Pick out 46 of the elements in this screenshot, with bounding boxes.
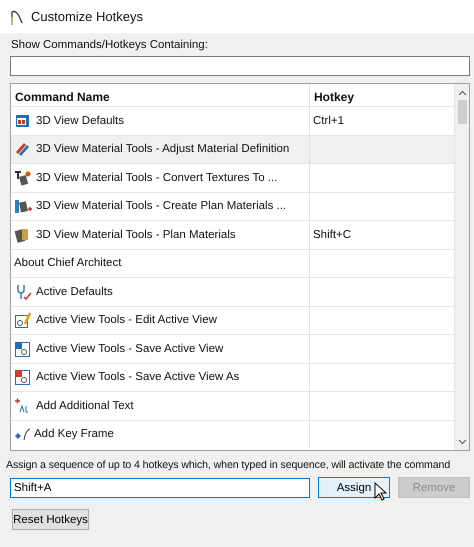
scroll-up-icon[interactable] (458, 90, 466, 96)
command-row[interactable]: Active View Tools - Save Active View As (11, 362, 454, 391)
assign-hint: Assign a sequence of up to 4 hotkeys which, when typed in sequence, will activate the command (6, 459, 450, 471)
filter-field[interactable] (10, 56, 470, 76)
command-name: Active View Tools - Edit Active View (36, 314, 217, 326)
filter-label: Show Commands/Hotkeys Containing: (11, 39, 209, 51)
save-view-icon (14, 340, 32, 358)
command-row[interactable]: 3D View Material Tools - Plan Materials Shift+C (11, 220, 454, 248)
command-name: About Chief Architect (14, 257, 122, 270)
command-row[interactable]: 3D View Defaults Ctrl+1 (11, 106, 454, 134)
texture-icon (14, 168, 32, 187)
command-name: Add Key Frame (34, 428, 114, 440)
command-name: 3D View Material Tools - Convert Textures To ... (36, 172, 278, 184)
command-name: 3D View Material Tools - Adjust Material Definition (36, 143, 290, 156)
save-view-icon (14, 368, 32, 386)
swatch-icon (14, 197, 32, 216)
command-row[interactable]: 3D View Material Tools - Convert Textures To ... (11, 163, 454, 192)
command-name: Active View Tools - Save Active View (36, 342, 224, 355)
window-title: Customize Hotkeys (31, 9, 143, 24)
reset-hotkeys-button[interactable]: Reset Hotkeys (12, 509, 89, 530)
command-row[interactable]: Add Key Frame (11, 420, 454, 448)
scroll-thumb[interactable] (458, 100, 466, 124)
command-name: Add Additional Text (36, 400, 134, 412)
command-row[interactable]: Active Defaults (11, 277, 454, 306)
edit-view-icon (14, 311, 32, 330)
app-logo-icon (11, 8, 23, 24)
assign-button[interactable]: Assign (318, 477, 390, 498)
hotkey-text: Ctrl+1 (313, 114, 344, 127)
keyframe-icon (14, 428, 30, 440)
command-row[interactable]: 3D View Material Tools - Adjust Material Definition (11, 134, 454, 163)
stripes-icon (14, 140, 32, 158)
hotkey-field[interactable]: Shift+A (10, 478, 310, 498)
scroll-down-icon[interactable] (458, 439, 466, 445)
command-row[interactable]: About Chief Architect (11, 248, 454, 277)
command-row[interactable]: Active View Tools - Save Active View (11, 334, 454, 362)
command-name: Active Defaults (36, 286, 113, 298)
command-row[interactable]: Add Additional Text (11, 391, 454, 420)
command-row[interactable]: 3D View Material Tools - Create Plan Materials ... (11, 192, 454, 220)
command-row[interactable]: Active View Tools - Edit Active View (11, 306, 454, 334)
command-name: 3D View Defaults (36, 114, 124, 127)
mouse-pointer-icon (374, 482, 388, 502)
command-name: Active View Tools - Save Active View As (36, 371, 240, 384)
scrollbar[interactable] (454, 84, 469, 450)
hotkey-text: Shift+C (313, 228, 352, 241)
command-name: 3D View Material Tools - Create Plan Materials ... (36, 200, 286, 212)
command-name: 3D View Material Tools - Plan Materials (36, 228, 236, 241)
